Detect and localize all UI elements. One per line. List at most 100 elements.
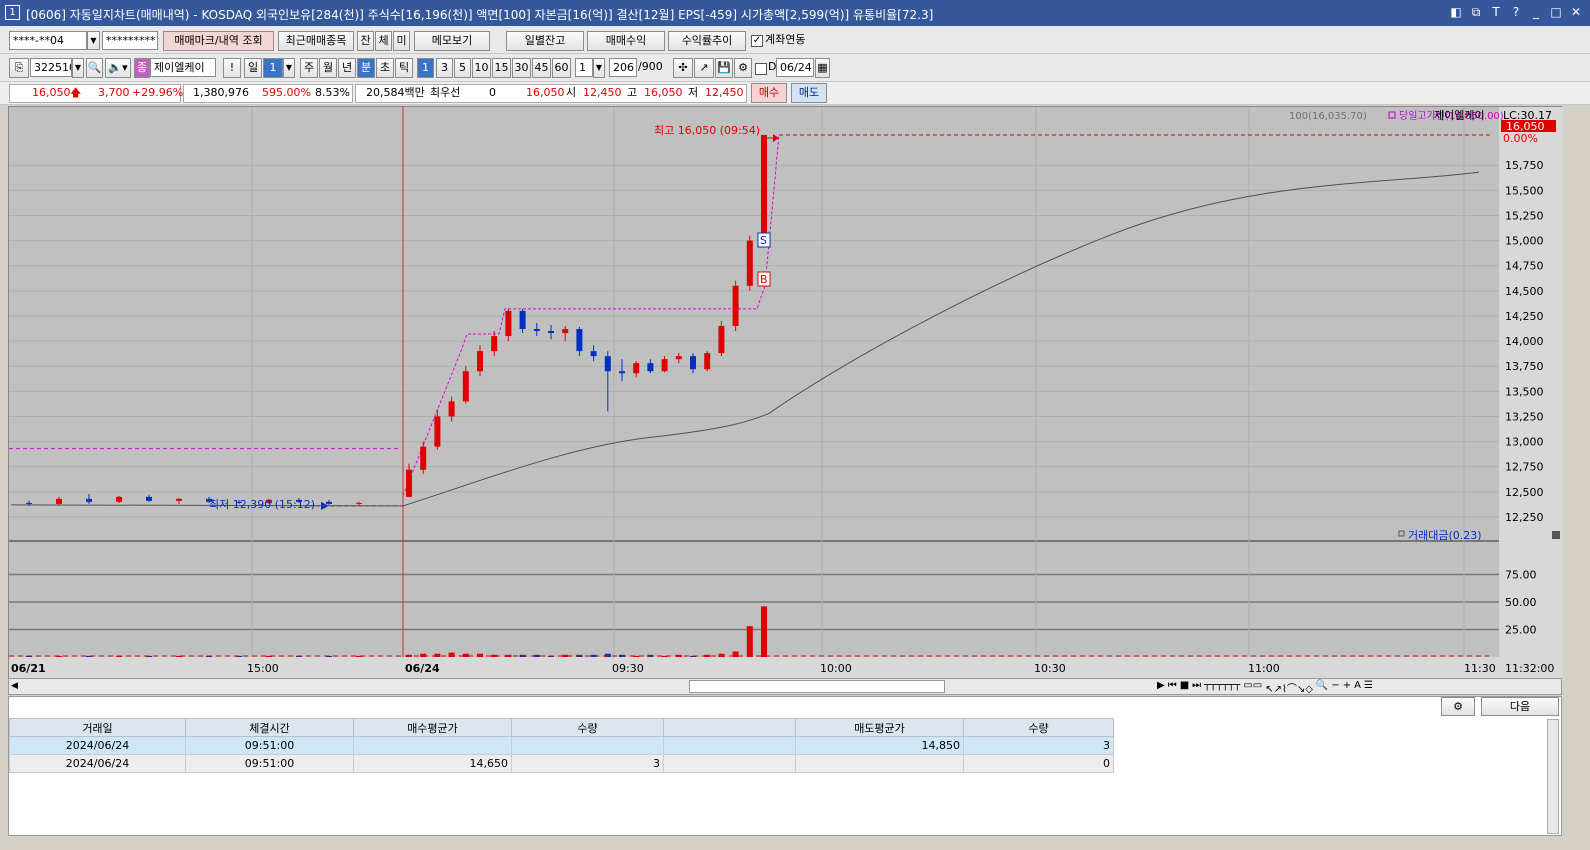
turnover-rate: 8.53% (315, 86, 350, 99)
stock-group-icon[interactable]: 종 (134, 58, 150, 78)
price-tick-label: 14,750 (1505, 260, 1544, 273)
account-input[interactable]: ****-**04 (9, 31, 87, 50)
buy-button[interactable]: 매수 (751, 83, 787, 103)
interval-10-button[interactable]: 10 (472, 58, 491, 78)
chart-scrollbar[interactable]: ◀ ▶ ⏮ ■ ⏭ ┬┬┬┬┬┬ ▭▭ ↖↗⌇⌒↘◇ 🔍 − + A ☰ (8, 678, 1562, 695)
period-year-button[interactable]: 년 (338, 58, 356, 78)
cell-buy-qty (511, 736, 664, 755)
close-icon[interactable]: ✕ (1568, 4, 1584, 20)
code-search-icon[interactable]: ⎘ (9, 58, 29, 78)
table-vertical-scrollbar[interactable] (1547, 719, 1559, 834)
tab-balance[interactable]: 잔 (357, 31, 374, 51)
save-icon[interactable]: 💾 (715, 58, 733, 78)
table-header: 거래일 체결시간 매수평균가 수량 매도평균가 수량 (9, 718, 1114, 737)
gear-icon[interactable]: ⚙ (1441, 697, 1475, 716)
candle-body (548, 331, 554, 334)
minimize-icon[interactable]: _ (1528, 4, 1544, 20)
interval-3-button[interactable]: 3 (436, 58, 453, 78)
sound-icon[interactable]: 🔈▾ (105, 58, 131, 78)
candle-body (519, 310, 526, 330)
gear-icon[interactable]: ⚙ (734, 58, 752, 78)
interval-input[interactable]: 1 (575, 58, 593, 77)
text-tool-icon[interactable]: A (1354, 680, 1361, 695)
col-sell-qty[interactable]: 수량 (963, 718, 1114, 737)
recent-items-button[interactable]: 최근매매종목 (278, 31, 354, 51)
low-annotation: 최저 12,390 (15:12) (209, 498, 315, 511)
period-dropdown-icon[interactable]: ▼ (283, 58, 295, 78)
layout-icon[interactable]: ▭▭ (1243, 680, 1262, 695)
interval-5-button[interactable]: 5 (454, 58, 471, 78)
scroll-left-icon[interactable]: ◀ (11, 681, 18, 691)
interval-15-button[interactable]: 15 (492, 58, 511, 78)
menu-icon[interactable]: ☰ (1364, 680, 1373, 695)
dock-icon[interactable]: ◧ (1448, 4, 1464, 20)
daily-balance-button[interactable]: 일별잔고 (506, 31, 584, 51)
chart-area[interactable]: 15,750 15,500 15,250 15,000 14,750 14,500 14,2… (8, 106, 1563, 679)
time-tick-label: 11:32:00 (1505, 662, 1554, 675)
date-input[interactable]: 06/24 (776, 58, 814, 77)
zoom-out-icon[interactable]: − (1331, 680, 1339, 695)
interval-1-button[interactable]: 1 (417, 58, 434, 78)
help-icon[interactable]: ? (1508, 4, 1524, 20)
search-icon[interactable]: 🔍 (86, 58, 103, 78)
password-input[interactable]: ********* (102, 31, 158, 50)
trade-history-table: 거래일 체결시간 매수평균가 수량 매도평균가 수량 2024/06/24 09… (9, 718, 1114, 773)
account-link-checkbox[interactable]: ✓ (751, 35, 763, 47)
volume-panel-toggle-icon[interactable] (1552, 531, 1560, 539)
pin-icon[interactable]: T (1488, 4, 1504, 20)
warning-button[interactable]: ! (223, 58, 241, 78)
tile-icon[interactable]: ⧉ (1468, 4, 1484, 20)
interval-45-button[interactable]: 45 (532, 58, 551, 78)
high-label: 고 (627, 86, 638, 99)
sell-button[interactable]: 매도 (791, 83, 827, 103)
period-second-button[interactable]: 초 (376, 58, 394, 78)
price-change: 3,700 (98, 86, 130, 99)
col-buy-avg[interactable]: 매수평균가 (353, 718, 512, 737)
period-tick-button[interactable]: 틱 (395, 58, 413, 78)
scroll-right-icon[interactable]: ▶ (1157, 680, 1165, 695)
period-minute-button[interactable]: 분 (357, 58, 375, 78)
trade-mark-query-button[interactable]: 매매마크/내역 조회 (163, 31, 274, 51)
col-sell-avg[interactable]: 매도평균가 (795, 718, 964, 737)
maximize-icon[interactable]: □ (1548, 4, 1564, 20)
period-month-button[interactable]: 월 (319, 58, 337, 78)
account-dropdown-icon[interactable]: ▼ (87, 31, 100, 50)
interval-30-button[interactable]: 30 (512, 58, 531, 78)
stop-icon[interactable]: ■ (1180, 680, 1189, 695)
high-price: 16,050 (644, 86, 683, 99)
date-checkbox[interactable] (755, 63, 767, 75)
return-trend-button[interactable]: 수익률추이 (668, 31, 746, 51)
trade-profit-button[interactable]: 매매수익 (587, 31, 665, 51)
drawing-tools-icon[interactable]: ↖↗⌇⌒↘◇ (1265, 680, 1313, 695)
code-dropdown-icon[interactable]: ▼ (72, 58, 84, 78)
table-row[interactable]: 2024/06/24 09:51:00 14,650 3 0 (9, 754, 1114, 773)
period-day-button[interactable]: 일 (244, 58, 262, 78)
stock-code-input[interactable]: 322510 (30, 58, 72, 77)
price-chart[interactable]: 15,750 15,500 15,250 15,000 14,750 14,500 14,2… (9, 107, 1563, 679)
candle-body (146, 496, 152, 501)
tab-executed[interactable]: 체 (375, 31, 392, 51)
crosshair-icon[interactable]: ✣ (673, 58, 693, 78)
zoom-in-icon[interactable]: 🔍 (1316, 680, 1328, 695)
col-trade-date[interactable]: 거래일 (9, 718, 186, 737)
sell-marker[interactable]: S (757, 232, 771, 248)
ruler-icon[interactable]: ┬┬┬┬┬┬ (1204, 680, 1240, 695)
next-button[interactable]: 다음 (1481, 697, 1559, 716)
trend-tool-icon[interactable]: ↗ (694, 58, 714, 78)
col-buy-qty[interactable]: 수량 (511, 718, 664, 737)
period-value-field[interactable]: 1 (263, 58, 283, 78)
interval-60-button[interactable]: 60 (552, 58, 571, 78)
tab-unfilled[interactable]: 미 (393, 31, 410, 51)
scroll-thumb[interactable] (689, 680, 945, 693)
interval-dropdown-icon[interactable]: ▼ (593, 58, 605, 78)
memo-button[interactable]: 메모보기 (414, 31, 490, 51)
col-exec-time[interactable]: 체결시간 (185, 718, 354, 737)
first-page-icon[interactable]: ⏮ (1168, 680, 1177, 695)
buy-marker[interactable]: B (757, 271, 771, 287)
table-row[interactable]: 2024/06/24 09:51:00 14,850 3 (9, 736, 1114, 755)
calendar-icon[interactable]: ▦ (815, 58, 830, 78)
period-week-button[interactable]: 주 (300, 58, 318, 78)
count-input[interactable]: 206 (609, 58, 637, 77)
last-page-icon[interactable]: ⏭ (1192, 680, 1201, 695)
plus-icon[interactable]: + (1343, 680, 1351, 695)
